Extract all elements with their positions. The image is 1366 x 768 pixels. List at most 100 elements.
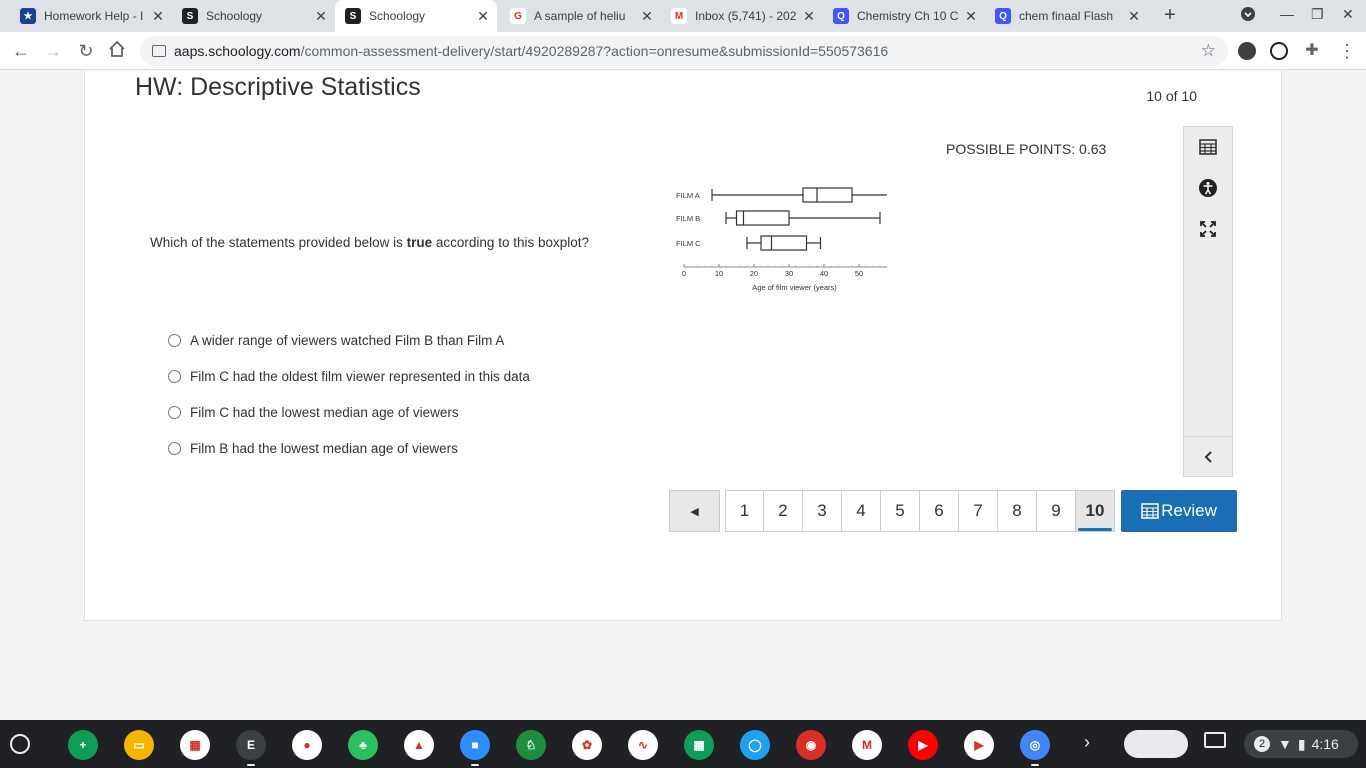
tote-icon[interactable] (1124, 730, 1188, 758)
schoology-icon: S (182, 8, 198, 24)
page-button-5[interactable]: 5 (881, 490, 920, 532)
evernote-app-icon[interactable]: ♣ (348, 730, 378, 760)
screencast-app-icon[interactable]: ● (292, 730, 322, 760)
close-window-icon[interactable]: ✕ (1342, 6, 1354, 23)
tab-search-icon[interactable] (1240, 6, 1256, 25)
answer-radio[interactable] (168, 334, 181, 347)
shelf-overflow-icon[interactable]: › (1084, 732, 1090, 753)
page-button-2[interactable]: 2 (764, 490, 803, 532)
back-icon[interactable]: ← (10, 40, 32, 62)
chat-app-icon[interactable]: ◯ (740, 730, 770, 760)
page-button-9[interactable]: 9 (1037, 490, 1076, 532)
close-tab-icon[interactable]: ✕ (313, 8, 329, 25)
google-sheets-app-icon[interactable]: ▦ (684, 730, 714, 760)
close-tab-icon[interactable]: ✕ (963, 8, 979, 25)
close-tab-icon[interactable]: ✕ (150, 8, 166, 25)
close-tab-icon[interactable]: ✕ (801, 8, 817, 25)
answer-radio[interactable] (168, 406, 181, 419)
gmail-app-icon[interactable]: M (852, 730, 882, 760)
page-button-4[interactable]: 4 (842, 490, 881, 532)
restore-icon[interactable]: ❐ (1311, 6, 1324, 23)
fullscreen-icon[interactable] (1184, 209, 1232, 249)
launcher-icon[interactable] (10, 734, 30, 754)
forward-icon[interactable]: → (42, 40, 64, 62)
os-shelf: › 2 ▼ ▮ 4:16 + ▭ ▦ E ● ♣ ▲ ■ ♘ ✿ ∿ ▦ ◯ ◉ M ▶ ▶ ◎ (0, 720, 1366, 768)
x-tick-label: 40 (820, 269, 828, 278)
homework-help-icon: ★ (20, 8, 36, 24)
extension-icon[interactable] (1270, 42, 1288, 60)
site-info-icon[interactable] (152, 45, 166, 57)
page-button-8[interactable]: 8 (998, 490, 1037, 532)
photobooth-app-icon[interactable]: ◉ (796, 730, 826, 760)
question-emphasis: true (406, 235, 433, 250)
boxplot-chart: FILM AFILM BFILM C010203040506070Age of … (676, 187, 887, 292)
question-tools-panel (1183, 126, 1233, 477)
answer-choice[interactable]: A wider range of viewers watched Film B … (168, 333, 504, 348)
chrome-app-icon[interactable]: ◎ (1020, 730, 1050, 760)
sheets-app-icon[interactable]: + (68, 730, 98, 760)
zoom-app-icon[interactable]: ■ (460, 730, 490, 760)
tab-title: Schoology (369, 9, 426, 23)
youtube-app-icon[interactable]: ▶ (908, 730, 938, 760)
iqr-box (802, 187, 853, 203)
x-tick-label: 30 (785, 269, 793, 278)
bookmark-star-icon[interactable]: ☆ (1201, 41, 1216, 61)
page-button-1[interactable]: 1 (725, 490, 764, 532)
browser-menu-icon[interactable]: ⋮ (1336, 40, 1358, 62)
assessment-title: HW: Descriptive Statistics (135, 73, 421, 101)
url-domain: aaps.schoology.com (174, 43, 301, 59)
answer-choice-label: Film B had the lowest median age of view… (190, 441, 458, 456)
page-button-10[interactable]: 10 (1076, 490, 1115, 532)
answer-choice[interactable]: Film B had the lowest median age of view… (168, 441, 458, 456)
answer-choice[interactable]: Film C had the oldest film viewer repres… (168, 369, 530, 384)
desmos-app-icon[interactable]: ∿ (628, 730, 658, 760)
answer-radio[interactable] (168, 442, 181, 455)
calculator-tool-icon[interactable] (1184, 127, 1232, 167)
tab-title: Homework Help - I (44, 9, 144, 23)
epic-app-icon[interactable]: E (236, 730, 266, 760)
close-tab-icon[interactable]: ✕ (475, 8, 491, 25)
canvas-app-icon[interactable]: ✿ (572, 730, 602, 760)
page-button-6[interactable]: 6 (920, 490, 959, 532)
extension-icon[interactable] (1238, 42, 1256, 60)
answer-radio[interactable] (168, 370, 181, 383)
wifi-icon: ▼ (1278, 736, 1292, 752)
keyboard-icon[interactable] (1204, 732, 1226, 748)
slides-app-icon[interactable]: ▭ (124, 730, 154, 760)
x-tick-label: 0 (682, 269, 686, 278)
previous-question-button[interactable]: ◀ (669, 490, 720, 532)
browser-tab[interactable]: Q Chemistry Ch 10 C ✕ (823, 0, 985, 32)
browser-tab[interactable]: S Schoology ✕ (335, 0, 497, 32)
status-tray[interactable]: 2 ▼ ▮ 4:16 (1244, 730, 1358, 758)
gmail-icon: M (671, 8, 687, 24)
browser-tab[interactable]: M Inbox (5,741) - 202 ✕ (661, 0, 823, 32)
page-button-7[interactable]: 7 (959, 490, 998, 532)
minimize-icon[interactable]: — (1280, 6, 1294, 22)
play-store-app-icon[interactable]: ▶ (964, 730, 994, 760)
address-bar[interactable]: aaps.schoology.com/common-assessment-del… (140, 36, 1228, 66)
browser-tab[interactable]: G A sample of heliu ✕ (500, 0, 661, 32)
browser-tab[interactable]: Qchem finaal Flash ✕ (985, 0, 1148, 32)
browser-tab[interactable]: ★ Homework Help - I ✕ (10, 0, 172, 32)
home-icon[interactable] (106, 40, 128, 62)
review-button[interactable]: Review (1121, 490, 1237, 532)
series-label: FILM C (676, 239, 701, 248)
drive-app-icon[interactable]: ▲ (404, 730, 434, 760)
browser-tab[interactable]: S Schoology ✕ (172, 0, 335, 32)
close-tab-icon[interactable]: ✕ (639, 8, 655, 25)
answer-choice[interactable]: Film C had the lowest median age of view… (168, 405, 459, 420)
close-tab-icon[interactable]: ✕ (1126, 8, 1142, 25)
question-pager: ◀ 1 2 3 4 5 6 7 8 9 10 Review (669, 490, 1237, 532)
reload-icon[interactable]: ↻ (75, 40, 97, 62)
classroom-app-icon[interactable]: ♘ (516, 730, 546, 760)
tab-title: Inbox (5,741) - 202 (695, 9, 797, 23)
collapse-panel-icon[interactable] (1184, 436, 1232, 476)
accessibility-icon[interactable] (1184, 168, 1232, 208)
new-tab-button[interactable]: + (1158, 4, 1182, 28)
extensions-puzzle-icon[interactable]: ✚ (1301, 40, 1323, 62)
page-button-3[interactable]: 3 (803, 490, 842, 532)
possible-points: POSSIBLE POINTS: 0.63 (946, 141, 1107, 157)
calculator-app-icon[interactable]: ▦ (180, 730, 210, 760)
iqr-box (735, 210, 790, 226)
x-tick-label: 20 (750, 269, 758, 278)
